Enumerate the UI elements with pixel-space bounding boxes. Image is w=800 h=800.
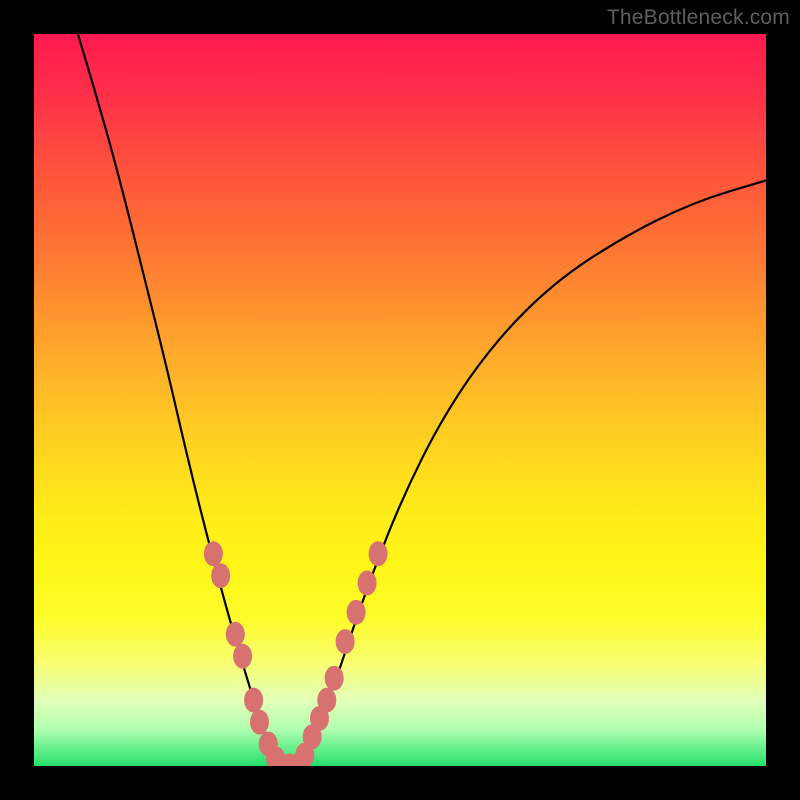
curve-marker (211, 563, 230, 588)
watermark-text: TheBottleneck.com (607, 6, 790, 30)
curve-marker (233, 644, 252, 669)
curve-marker (336, 629, 355, 654)
curve-marker (244, 688, 263, 713)
curve-marker (369, 541, 388, 566)
curve-svg (34, 34, 766, 766)
curve-marker (347, 600, 366, 625)
chart-frame: TheBottleneck.com (0, 0, 800, 800)
curve-marker (226, 622, 245, 647)
curve-marker (250, 710, 269, 735)
plot-area (34, 34, 766, 766)
curve-marker (317, 688, 336, 713)
curve-markers (204, 541, 388, 766)
bottleneck-curve (78, 34, 766, 766)
curve-marker (358, 571, 377, 596)
curve-marker (204, 541, 223, 566)
curve-marker (325, 666, 344, 691)
